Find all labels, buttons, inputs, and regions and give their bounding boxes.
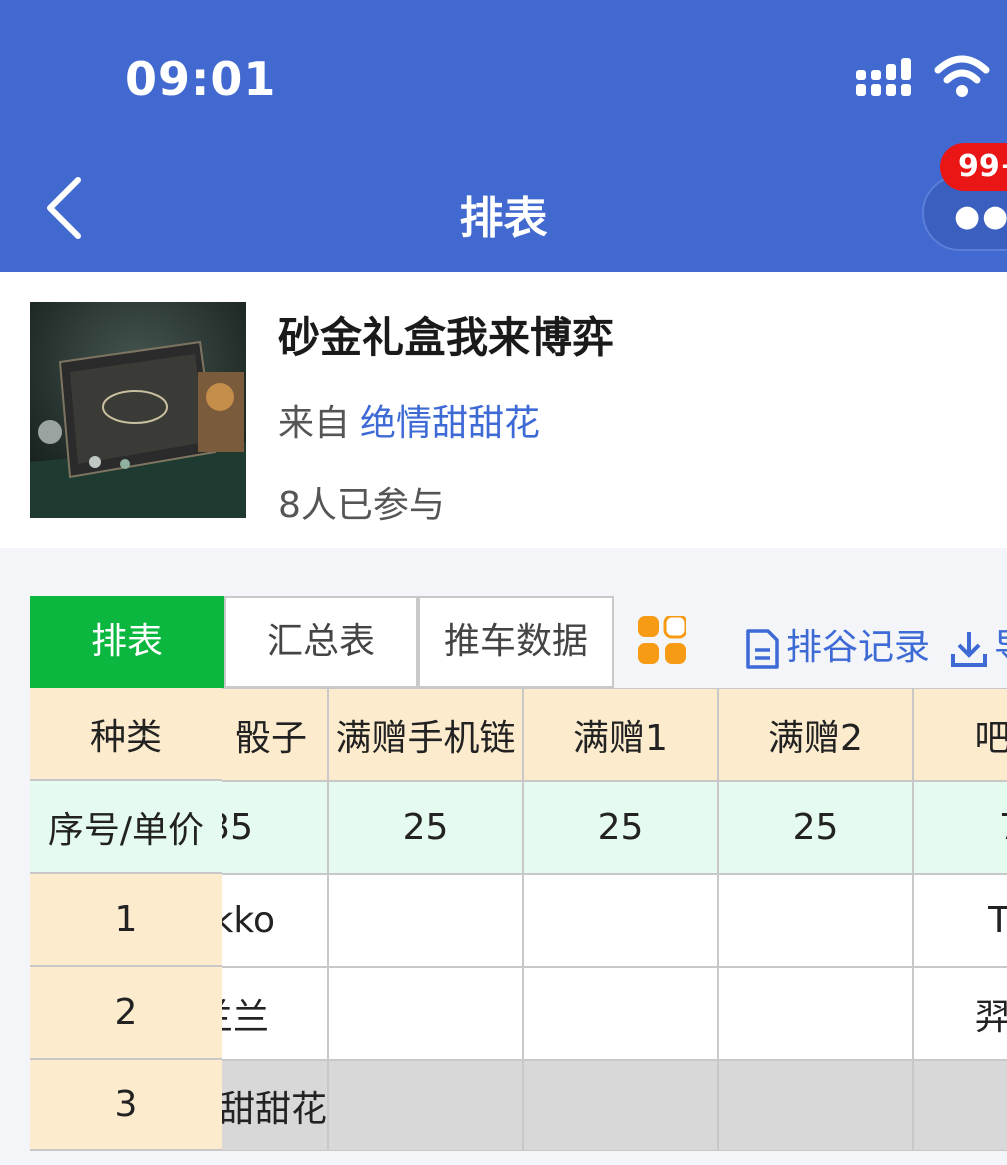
- table-cell[interactable]: [523, 1060, 718, 1151]
- row-header-price: 序号/单价: [30, 781, 222, 874]
- row-header-1: 1: [30, 874, 222, 967]
- table-cell[interactable]: [523, 874, 718, 967]
- event-thumbnail[interactable]: [30, 302, 246, 518]
- signal-icon: [856, 58, 911, 96]
- table-cell[interactable]: 兰兰: [222, 967, 328, 1060]
- event-source: 来自 绝情甜甜花: [278, 394, 540, 446]
- notification-badge: 99+: [940, 143, 1007, 191]
- table-cell[interactable]: 甜甜花: [222, 1060, 328, 1151]
- price-cell: 25: [523, 781, 718, 874]
- event-info-card: 砂金礼盒我来博弈 来自 绝情甜甜花 8人已参与: [0, 272, 1007, 548]
- download-icon: [951, 632, 987, 667]
- record-link[interactable]: 排谷记录: [744, 618, 930, 670]
- price-cell: 25: [328, 781, 523, 874]
- more-dots-icon: ●●●: [954, 199, 1007, 234]
- document-icon: [746, 629, 779, 669]
- event-title: 砂金礼盒我来博弈: [278, 313, 615, 362]
- top-bar: 09:01 排表 ●●● 99+: [0, 0, 1007, 272]
- record-label: 排谷记录: [786, 627, 931, 668]
- row-header-3: 3: [30, 1060, 222, 1151]
- column-header: 骰子: [222, 688, 328, 781]
- tab-summary[interactable]: 汇总表: [224, 596, 418, 688]
- column-header: 满赠手机链: [328, 688, 523, 781]
- export-link[interactable]: 导: [950, 618, 1007, 670]
- wifi-icon: [934, 55, 990, 97]
- participant-count: 8人已参与: [278, 485, 445, 526]
- column-header: 吧唧: [913, 688, 1007, 781]
- price-cell: 25: [718, 781, 913, 874]
- from-prefix: 来自: [278, 403, 351, 444]
- price-cell: 35: [222, 781, 328, 874]
- row-header-category: 种类: [30, 688, 222, 781]
- table-cell[interactable]: [328, 967, 523, 1060]
- status-time: 09:01: [125, 52, 277, 106]
- row-header-2: 2: [30, 967, 222, 1060]
- table-cell[interactable]: [718, 967, 913, 1060]
- table-cell[interactable]: 羿晖: [913, 967, 1007, 1060]
- column-header: 满赠2: [718, 688, 913, 781]
- table-cell[interactable]: [913, 1060, 1007, 1151]
- table-cell[interactable]: Akko: [222, 874, 328, 967]
- organizer-link[interactable]: 绝情甜甜花: [360, 403, 540, 444]
- grid-apps-icon[interactable]: [638, 616, 686, 664]
- page-title: 排表: [459, 193, 548, 244]
- price-cell: 7: [913, 781, 1007, 874]
- schedule-table[interactable]: 骰子 35 Akko 兰兰 甜甜花 满赠手机链 25 满赠1 25 满赠2 25…: [222, 688, 1007, 1151]
- table-cell[interactable]: [328, 874, 523, 967]
- column-header: 满赠1: [523, 688, 718, 781]
- table-cell[interactable]: [523, 967, 718, 1060]
- tab-schedule[interactable]: 排表: [30, 596, 224, 688]
- export-label: 导: [994, 627, 1007, 668]
- tab-cart-data[interactable]: 推车数据: [418, 596, 614, 688]
- table-cell[interactable]: [328, 1060, 523, 1151]
- table-cell[interactable]: [718, 874, 913, 967]
- table-cell[interactable]: [718, 1060, 913, 1151]
- table-cell[interactable]: Th: [913, 874, 1007, 967]
